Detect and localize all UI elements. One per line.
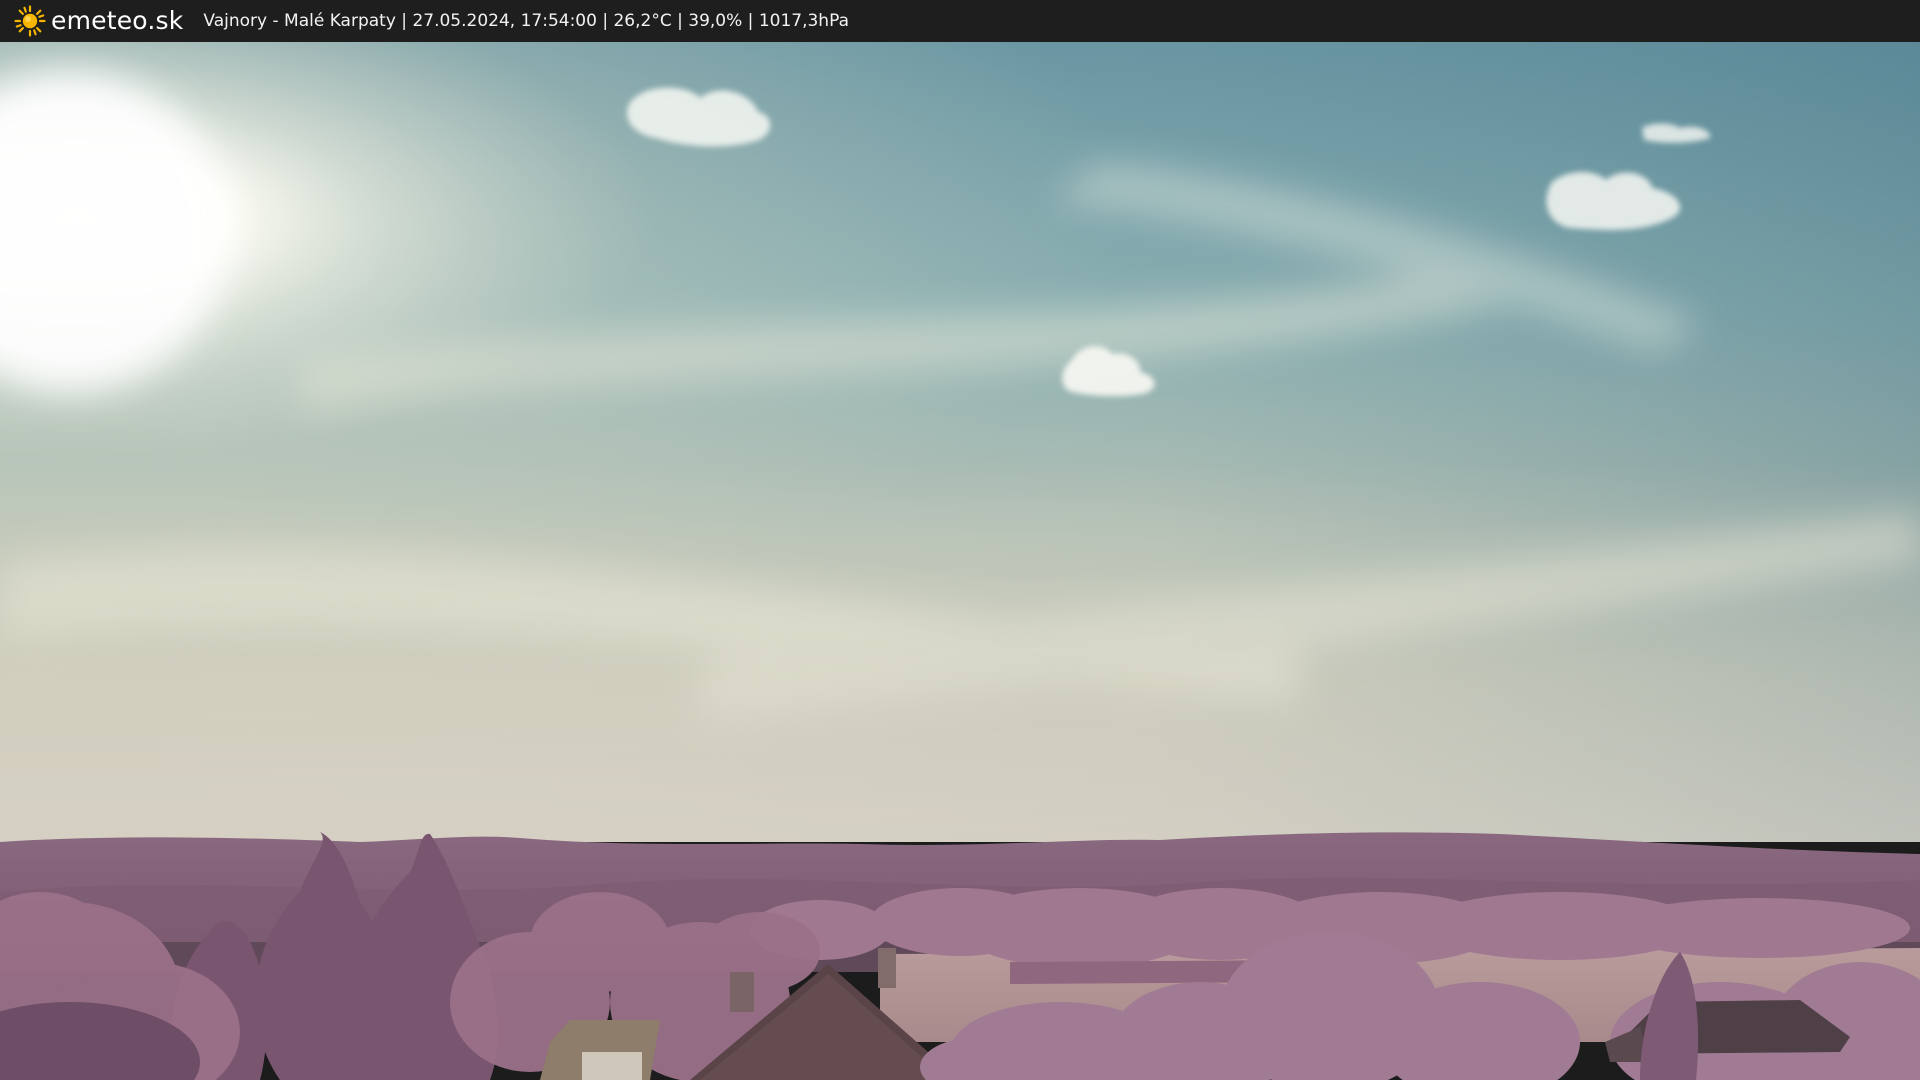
observation-datetime: 27.05.2024, 17:54:00 (412, 11, 597, 31)
header-bar: emeteo.sk Vajnory - Malé Karpaty | 27.05… (0, 0, 1920, 42)
humidity-value: 39,0% (688, 11, 743, 31)
sun-icon (14, 5, 46, 37)
station-location: Vajnory - Malé Karpaty (203, 11, 396, 31)
brand-name: emeteo.sk (51, 6, 184, 35)
separator: | (742, 11, 759, 31)
logo[interactable]: emeteo.sk (14, 0, 183, 42)
webcam-photo (0, 42, 1920, 1080)
separator: | (395, 11, 413, 31)
temperature-value: 26,2°C (613, 11, 672, 31)
station-caption: Vajnory - Malé Karpaty | 27.05.2024, 17:… (203, 0, 849, 42)
separator: | (671, 11, 689, 31)
pressure-value: 1017,3hPa (758, 11, 849, 31)
webcam-frame: emeteo.sk Vajnory - Malé Karpaty | 27.05… (0, 0, 1920, 1080)
separator: | (596, 11, 614, 31)
